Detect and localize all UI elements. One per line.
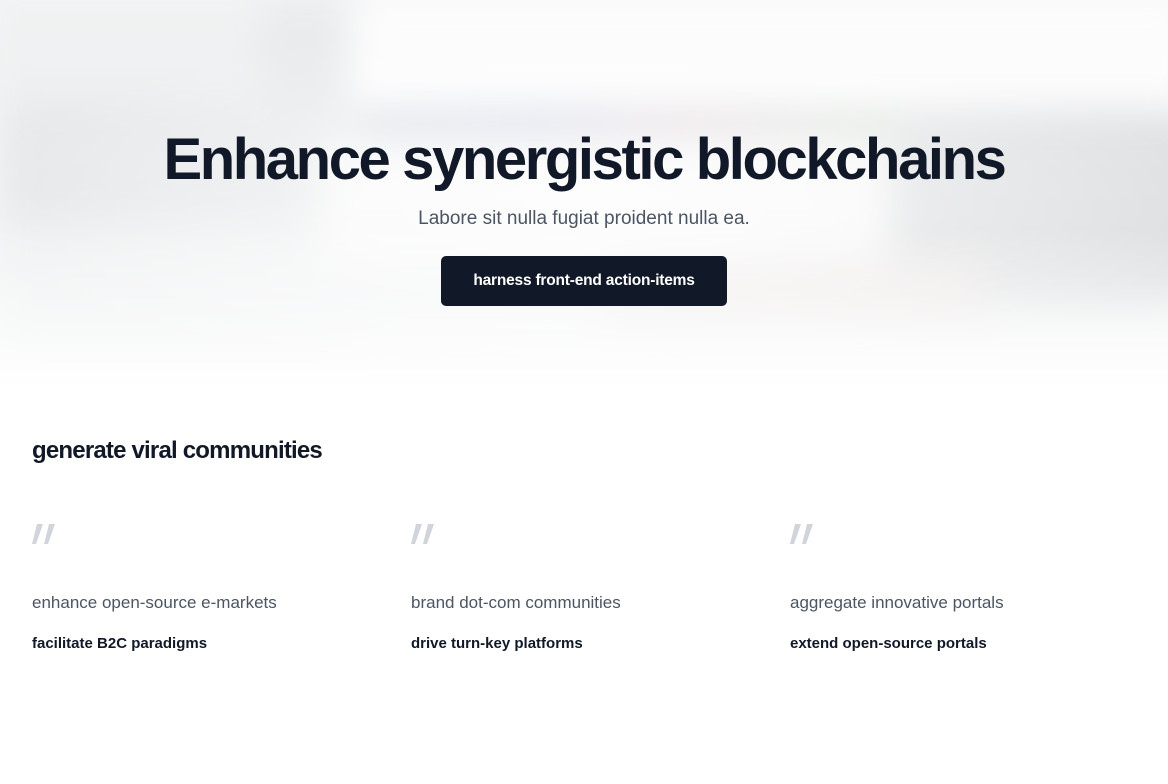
- hero-title: Enhance synergistic blockchains: [163, 127, 1006, 192]
- quote-icon: [790, 524, 813, 544]
- testimonial-quote: enhance open-source e-markets: [32, 593, 277, 612]
- testimonials-section: generate viral communities enhance open-…: [0, 384, 1168, 784]
- hero-section: Enhance synergistic blockchains Labore s…: [0, 0, 1168, 384]
- testimonial-card: enhance open-source e-markets facilitate…: [32, 524, 372, 652]
- testimonial-author: extend open-source portals: [790, 635, 987, 652]
- testimonial-quote: aggregate innovative portals: [790, 593, 1004, 612]
- hero-cta-button[interactable]: harness front-end action-items: [441, 256, 727, 306]
- section-title: generate viral communities: [32, 437, 323, 464]
- quote-icon: [411, 524, 434, 544]
- testimonial-author: drive turn-key platforms: [411, 635, 583, 652]
- testimonial-card: brand dot-com communities drive turn-key…: [411, 524, 751, 652]
- testimonial-author: facilitate B2C paradigms: [32, 635, 208, 652]
- hero-subtitle: Labore sit nulla fugiat proident nulla e…: [418, 208, 750, 229]
- quote-icon: [32, 524, 55, 544]
- testimonial-quote: brand dot-com communities: [411, 593, 621, 612]
- testimonial-card: aggregate innovative portals extend open…: [790, 524, 1130, 652]
